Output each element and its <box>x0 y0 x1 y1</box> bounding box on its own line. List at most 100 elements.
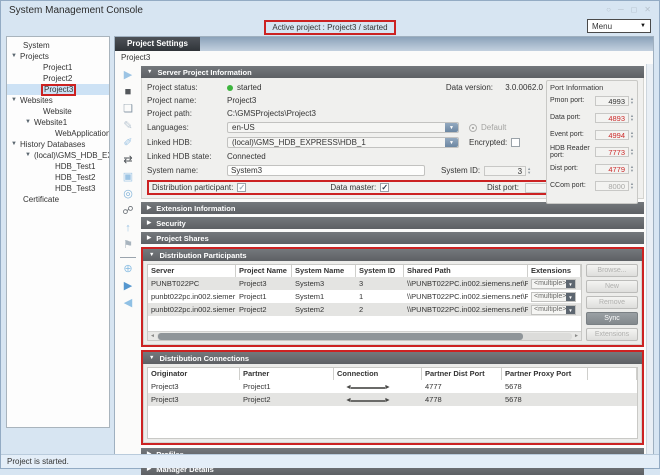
expander-icon[interactable]: ▼ <box>11 51 20 62</box>
column-header-connection[interactable]: Connection <box>334 368 422 380</box>
minimize-icon[interactable]: ─ <box>618 6 624 14</box>
column-header-shared-path[interactable]: Shared Path <box>404 265 528 277</box>
encrypted-checkbox[interactable] <box>511 138 520 147</box>
annotate-icon[interactable]: ✐ <box>120 136 136 151</box>
column-header-partner[interactable]: Partner <box>240 368 334 380</box>
tree-item-hdb-test1[interactable]: HDB_Test1 <box>7 161 109 172</box>
sync-button[interactable]: Sync <box>586 312 638 325</box>
expander-icon[interactable]: ▼ <box>25 150 34 161</box>
add-icon[interactable]: ⊕ <box>120 262 136 277</box>
section-header-distribution-connections[interactable]: Distribution Connections <box>143 352 642 364</box>
menu-dropdown[interactable]: Menu ▼ <box>587 19 651 33</box>
table-row[interactable]: punbt022pc.in002.siemer Project2 System2… <box>148 303 581 316</box>
help-icon[interactable]: ○ <box>606 6 611 14</box>
system-id-input[interactable]: 3 <box>484 166 526 176</box>
chevron-down-icon[interactable]: ▼ <box>566 306 575 314</box>
distribution-participant-checkbox[interactable] <box>237 183 246 192</box>
expander-icon[interactable]: ▼ <box>11 95 20 106</box>
dist-port-info-input[interactable]: 4779 <box>595 164 629 174</box>
column-header-server[interactable]: Server <box>148 265 236 277</box>
tree-item-website[interactable]: Website <box>7 106 109 117</box>
table-row[interactable]: PUNBT022PC Project3 System3 3 \\PUNBT022… <box>148 277 581 290</box>
section-header-project-shares[interactable]: Project Shares <box>141 232 644 244</box>
system-name-input[interactable]: System3 <box>227 165 425 176</box>
tree-item-project3[interactable]: Project3 <box>7 84 109 95</box>
chevron-down-icon[interactable]: ▼ <box>445 123 458 132</box>
pmon-port-input[interactable]: 4993 <box>595 96 629 106</box>
new-document-icon[interactable]: ❏ <box>120 102 136 117</box>
linked-hdb-combobox[interactable]: (local)\GMS_HDB_EXPRESS\HDB_1 ▼ <box>227 137 459 148</box>
column-header-project-name[interactable]: Project Name <box>236 265 292 277</box>
scroll-right-icon[interactable]: ► <box>572 333 581 339</box>
event-port-input[interactable]: 4994 <box>595 130 629 140</box>
browse-button[interactable]: Browse... <box>586 264 638 277</box>
extensions-combobox[interactable]: <multiple>▼ <box>531 279 576 289</box>
tree-item-history-databases[interactable]: ▼History Databases <box>7 139 109 150</box>
compare-icon[interactable]: ⇄ <box>120 153 136 168</box>
close-icon[interactable]: ✕ <box>644 6 651 14</box>
tree-item-website1[interactable]: ▼Website1 <box>7 117 109 128</box>
spinner-arrows-icon[interactable]: ▲▼ <box>630 131 634 139</box>
start-icon[interactable]: ▶ <box>120 279 136 294</box>
column-header-system-name[interactable]: System Name <box>292 265 356 277</box>
table-row[interactable]: punbt022pc.in002.siemer Project1 System1… <box>148 290 581 303</box>
pin-icon[interactable]: ⚑ <box>120 238 136 253</box>
tree-item-project1[interactable]: Project1 <box>7 62 109 73</box>
extensions-button[interactable]: Extensions <box>586 328 638 341</box>
chevron-down-icon[interactable]: ▼ <box>445 138 458 147</box>
data-master-checkbox[interactable] <box>380 183 389 192</box>
run-icon[interactable]: ▶ <box>120 68 136 83</box>
expander-icon[interactable]: ▼ <box>11 139 20 150</box>
extensions-combobox[interactable]: <multiple>▼ <box>531 305 576 315</box>
section-header-distribution-participants[interactable]: Distribution Participants <box>143 249 642 261</box>
scrollbar-thumb[interactable] <box>158 333 523 340</box>
data-port-input[interactable]: 4893 <box>595 113 629 123</box>
new-button[interactable]: New <box>586 280 638 293</box>
upload-icon[interactable]: ↑ <box>120 221 136 236</box>
ccom-port-input[interactable]: 8000 <box>595 181 629 191</box>
tree-item-hdb-test2[interactable]: HDB_Test2 <box>7 172 109 183</box>
section-header-security[interactable]: Security <box>141 217 644 229</box>
chevron-down-icon[interactable]: ▼ <box>566 293 575 301</box>
default-radio[interactable] <box>469 124 477 132</box>
column-header-system-id[interactable]: System ID <box>356 265 404 277</box>
maximize-icon[interactable]: ◻ <box>631 6 638 14</box>
back-icon[interactable]: ◀ <box>120 296 136 311</box>
stop-icon[interactable]: ■ <box>120 85 136 100</box>
spinner-arrows-icon[interactable]: ▲▼ <box>527 167 531 175</box>
spinner-arrows-icon[interactable]: ▲▼ <box>630 97 634 105</box>
tab-project-settings[interactable]: Project Settings <box>115 37 200 51</box>
edit-icon[interactable]: ✎ <box>120 119 136 134</box>
hdb-reader-port-input[interactable]: 7773 <box>595 147 629 157</box>
tree-item-websites[interactable]: ▼Websites <box>7 95 109 106</box>
remove-button[interactable]: Remove <box>586 296 638 309</box>
tree-item-hdb-test3[interactable]: HDB_Test3 <box>7 183 109 194</box>
tree-item-projects[interactable]: ▼Projects <box>7 51 109 62</box>
record-icon[interactable]: ◎ <box>120 187 136 202</box>
spinner-arrows-icon[interactable]: ▲▼ <box>630 114 634 122</box>
table-row[interactable]: Project3 Project1 ◄► 4777 5678 <box>148 380 637 393</box>
column-header-extensions[interactable]: Extensions <box>528 265 581 277</box>
tree-item-webapplication1[interactable]: WebApplication1 <box>7 128 109 139</box>
scroll-left-icon[interactable]: ◄ <box>148 333 157 339</box>
tree-item-system[interactable]: System <box>7 40 109 51</box>
vertical-scrollbar[interactable] <box>646 64 653 456</box>
tree-item-certificate[interactable]: Certificate <box>7 194 109 205</box>
tree-item-project2[interactable]: Project2 <box>7 73 109 84</box>
spinner-arrows-icon[interactable]: ▲▼ <box>630 182 634 190</box>
extensions-combobox[interactable]: <multiple>▼ <box>531 292 576 302</box>
chevron-down-icon[interactable]: ▼ <box>566 280 575 288</box>
languages-combobox[interactable]: en-US ▼ <box>227 122 459 133</box>
save-icon[interactable]: ▣ <box>120 170 136 185</box>
table-row[interactable]: Project3 Project2 ◄► 4778 5678 <box>148 393 637 406</box>
column-header-partner-proxy-port[interactable]: Partner Proxy Port <box>502 368 588 380</box>
link-icon[interactable]: ☍ <box>120 204 136 219</box>
horizontal-scrollbar[interactable]: ◄ ► <box>148 331 581 340</box>
column-header-originator[interactable]: Originator <box>148 368 240 380</box>
expander-icon[interactable]: ▼ <box>25 117 34 128</box>
column-header-partner-dist-port[interactable]: Partner Dist Port <box>422 368 502 380</box>
spinner-arrows-icon[interactable]: ▲▼ <box>630 148 634 156</box>
section-header-server-project-information[interactable]: Server Project Information <box>141 66 644 78</box>
tree-item-gms-hdb-express[interactable]: ▼(local)\GMS_HDB_EXPRESS <box>7 150 109 161</box>
spinner-arrows-icon[interactable]: ▲▼ <box>630 165 634 173</box>
